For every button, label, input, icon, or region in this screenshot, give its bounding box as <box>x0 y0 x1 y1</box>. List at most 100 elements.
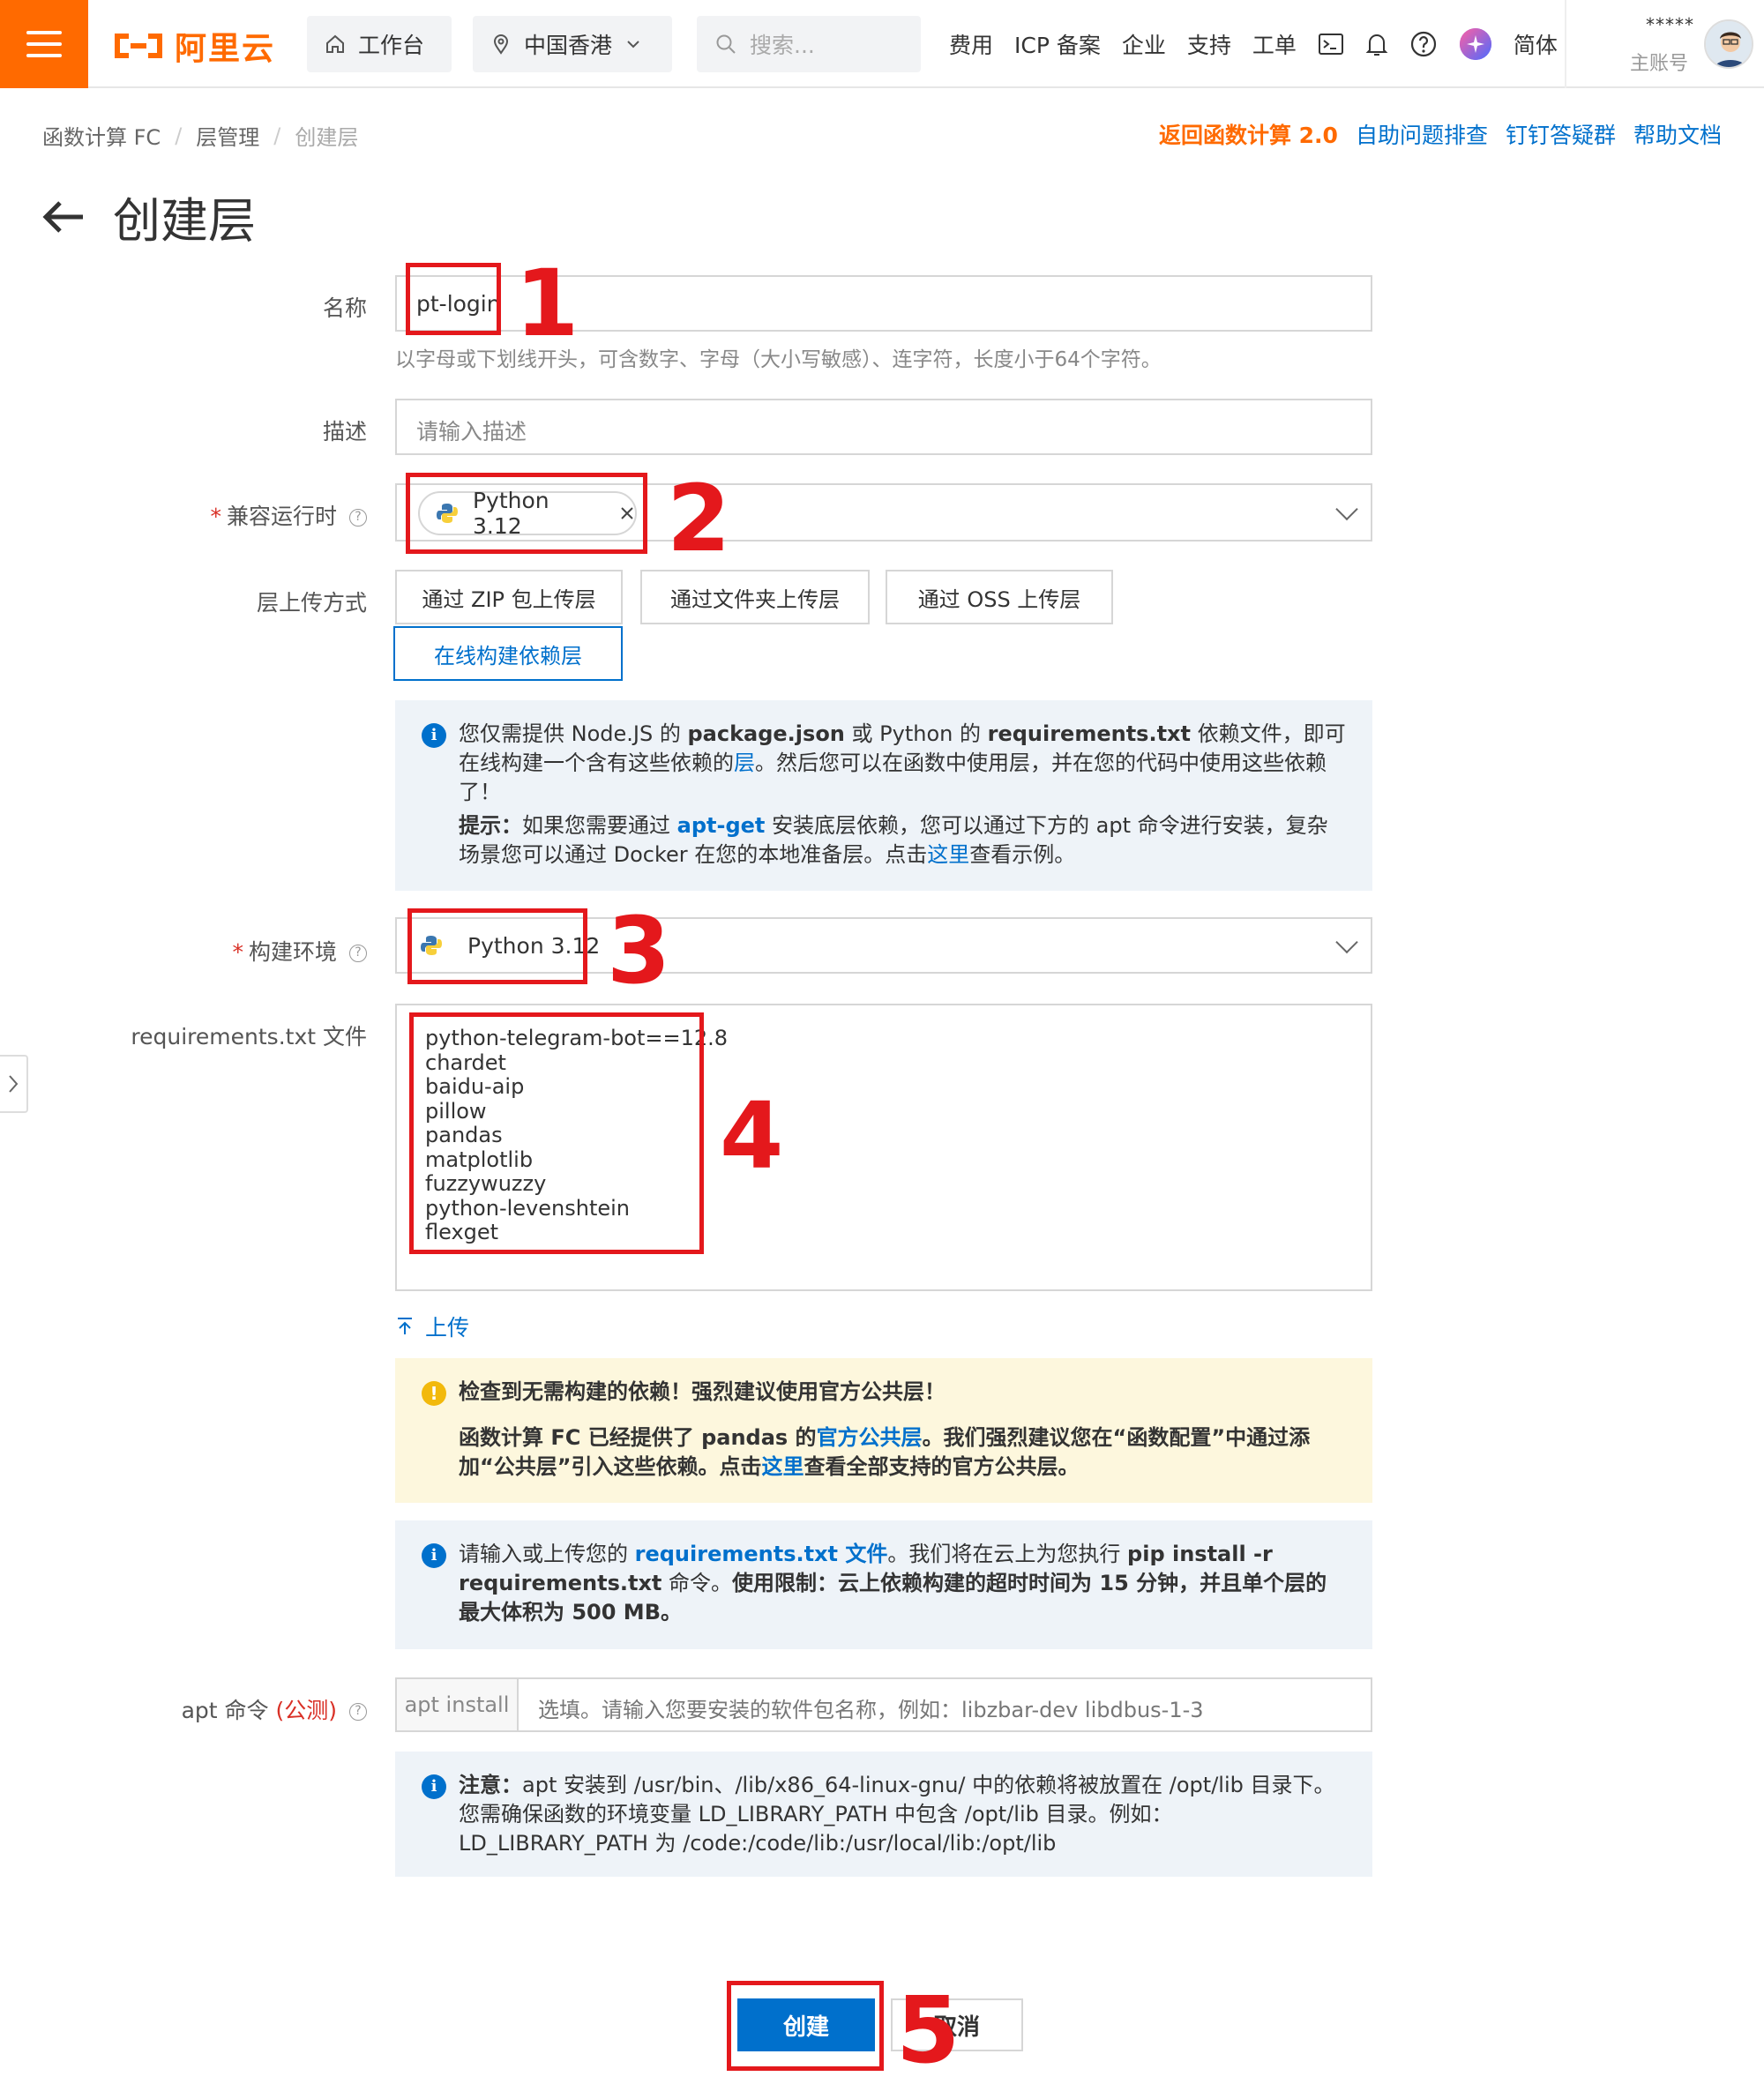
help-icon[interactable] <box>1409 30 1438 58</box>
info-icon: i <box>422 723 446 748</box>
search-placeholder: 搜索... <box>750 33 815 58</box>
workbench-label: 工作台 <box>358 33 425 58</box>
search-icon <box>716 34 736 54</box>
info-tip: 提示：如果您需要通过 apt-get 安装底层依赖，您可以通过下方的 apt 命… <box>459 811 1346 870</box>
upload-method-label: 层上传方式 <box>256 590 367 616</box>
apt-prefix: apt install <box>397 1679 519 1730</box>
page-title: 创建层 <box>113 193 256 249</box>
back-to-fc2-link[interactable]: 返回函数计算 2.0 <box>1159 118 1338 150</box>
info-text-2: 请输入或上传您的 requirements.txt 文件。我们将在云上为您执行 … <box>459 1540 1346 1627</box>
desc-input[interactable]: 请输入描述 <box>395 399 1372 455</box>
runtime-label-text: 兼容运行时 <box>226 504 337 529</box>
name-label: 名称 <box>322 295 367 321</box>
breadcrumb-separator: / <box>175 123 183 148</box>
info-text: 命令。 <box>662 1571 733 1595</box>
nav-support[interactable]: 支持 <box>1187 28 1231 60</box>
example-link[interactable]: 这里 <box>927 842 969 867</box>
info-text-1: 您仅需提供 Node.JS 的 package.json 或 Python 的 … <box>459 720 1346 807</box>
info-icon: i <box>422 1543 446 1568</box>
question-icon[interactable]: ? <box>349 945 367 962</box>
apt-command-input[interactable]: apt install 选填。请输入您要安装的软件包名称，例如：libzbar-… <box>395 1677 1372 1732</box>
notice-label: 注意： <box>459 1773 522 1797</box>
upload-icon <box>398 1318 412 1334</box>
tip-label: 提示： <box>459 813 522 838</box>
nav-ticket[interactable]: 工单 <box>1252 28 1297 60</box>
terminal-icon[interactable] <box>1318 32 1344 56</box>
annotation-box-4 <box>409 1012 704 1254</box>
name-hint: 以字母或下划线开头，可含数字、字母（大小写敏感）、连字符，长度小于64个字符。 <box>395 348 1162 371</box>
breadcrumb-current: 创建层 <box>295 125 359 150</box>
upload-zip-button[interactable]: 通过 ZIP 包上传层 <box>395 570 623 624</box>
chevron-down-icon <box>627 41 639 49</box>
online-build-button[interactable]: 在线构建依赖层 <box>393 626 623 681</box>
location-icon <box>493 34 509 55</box>
pip-install-info: i 请输入或上传您的 requirements.txt 文件。我们将在云上为您执… <box>395 1520 1372 1649</box>
official-layer-link[interactable]: 官方公共层 <box>817 1425 923 1450</box>
question-icon[interactable]: ? <box>349 509 367 527</box>
nav-enterprise[interactable]: 企业 <box>1122 28 1166 60</box>
nav-icp[interactable]: ICP 备案 <box>1014 28 1101 60</box>
requirements-label: requirements.txt 文件 <box>131 1024 367 1049</box>
back-arrow-icon[interactable] <box>41 199 86 235</box>
bell-icon[interactable] <box>1365 31 1388 57</box>
upload-link[interactable]: 上传 <box>395 1311 469 1342</box>
ai-assistant-icon[interactable] <box>1459 27 1492 61</box>
apt-notice: i 注意：apt 安装到 /usr/bin、/lib/x86_64-linux-… <box>395 1752 1372 1877</box>
avatar[interactable] <box>1704 19 1753 69</box>
runtime-label: * 兼容运行时? <box>210 499 367 531</box>
question-icon[interactable]: ? <box>349 1703 367 1721</box>
annotation-box-2 <box>406 473 647 554</box>
info-text-bold: package.json <box>687 721 845 746</box>
home-icon <box>326 34 344 53</box>
breadcrumb-fc[interactable]: 函数计算 FC <box>42 120 161 151</box>
nav-fees[interactable]: 费用 <box>949 28 993 60</box>
brand-name: 阿里云 <box>175 31 276 67</box>
beta-badge: (公测) <box>275 1698 337 1723</box>
build-env-label: * 构建环境? <box>232 935 367 967</box>
top-nav: 费用 ICP 备案 企业 支持 工单 简体 <box>949 16 1558 72</box>
annotation-box-5 <box>727 1981 884 2071</box>
account-menu[interactable]: ***** 主账号 <box>1565 0 1764 88</box>
info-text: 如果您需要通过 <box>522 813 677 838</box>
info-text-3: 注意：apt 安装到 /usr/bin、/lib/x86_64-linux-gn… <box>459 1771 1346 1858</box>
apt-get-link[interactable]: apt-get <box>677 813 766 838</box>
requirements-link[interactable]: requirements.txt 文件 <box>635 1542 888 1566</box>
info-text-bold: requirements.txt <box>987 721 1191 746</box>
help-links: 返回函数计算 2.0 自助问题排查 钉钉答疑群 帮助文档 <box>1159 118 1722 150</box>
layer-link[interactable]: 层 <box>734 751 755 775</box>
warning-icon: ! <box>422 1381 446 1406</box>
info-text: 。我们将在云上为您执行 <box>887 1542 1128 1566</box>
chevron-down-icon <box>1335 930 1358 954</box>
apt-label-text: apt 命令 <box>181 1698 269 1723</box>
info-text: 或 Python 的 <box>844 721 988 746</box>
see-all-link[interactable]: 这里 <box>762 1454 804 1479</box>
dingtalk-group-link[interactable]: 钉钉答疑群 <box>1506 118 1616 150</box>
self-troubleshoot-link[interactable]: 自助问题排查 <box>1356 118 1488 150</box>
workbench-button[interactable]: 工作台 <box>307 16 452 72</box>
search-input[interactable]: 搜索... <box>697 16 921 72</box>
annotation-number-3: 3 <box>607 897 671 1005</box>
warning-title: 检查到无需构建的依赖！强烈建议使用官方公共层！ <box>459 1379 946 1404</box>
region-select[interactable]: 中国香港 <box>473 16 672 72</box>
side-panel-toggle[interactable] <box>0 1055 28 1113</box>
breadcrumb-layers[interactable]: 层管理 <box>196 120 259 151</box>
upload-folder-button[interactable]: 通过文件夹上传层 <box>640 570 870 624</box>
aliyun-logo-icon <box>115 34 162 58</box>
chevron-down-icon <box>1335 497 1358 521</box>
brand-logo[interactable]: 阿里云 <box>111 26 275 67</box>
apt-label: apt 命令 (公测)? <box>182 1693 367 1725</box>
menu-icon[interactable] <box>0 0 88 88</box>
desc-placeholder: 请输入描述 <box>416 419 527 444</box>
online-build-info: i 您仅需提供 Node.JS 的 package.json 或 Python … <box>395 700 1372 891</box>
info-text: 您仅需提供 Node.JS 的 <box>459 721 688 746</box>
annotation-number-1: 1 <box>515 250 579 357</box>
chevron-right-icon <box>9 1075 19 1093</box>
page-header: 创建层 <box>41 182 256 251</box>
warning-text: 查看全部支持的官方公共层。 <box>804 1454 1080 1479</box>
upload-oss-button[interactable]: 通过 OSS 上传层 <box>886 570 1113 624</box>
breadcrumb-separator: / <box>273 123 281 148</box>
annotation-number-4: 4 <box>720 1082 784 1190</box>
help-docs-link[interactable]: 帮助文档 <box>1633 118 1722 150</box>
public-layer-warning: ! 检查到无需构建的依赖！强烈建议使用官方公共层！ 函数计算 FC 已经提供了 … <box>395 1358 1372 1503</box>
language-switch[interactable]: 简体 <box>1514 28 1558 60</box>
